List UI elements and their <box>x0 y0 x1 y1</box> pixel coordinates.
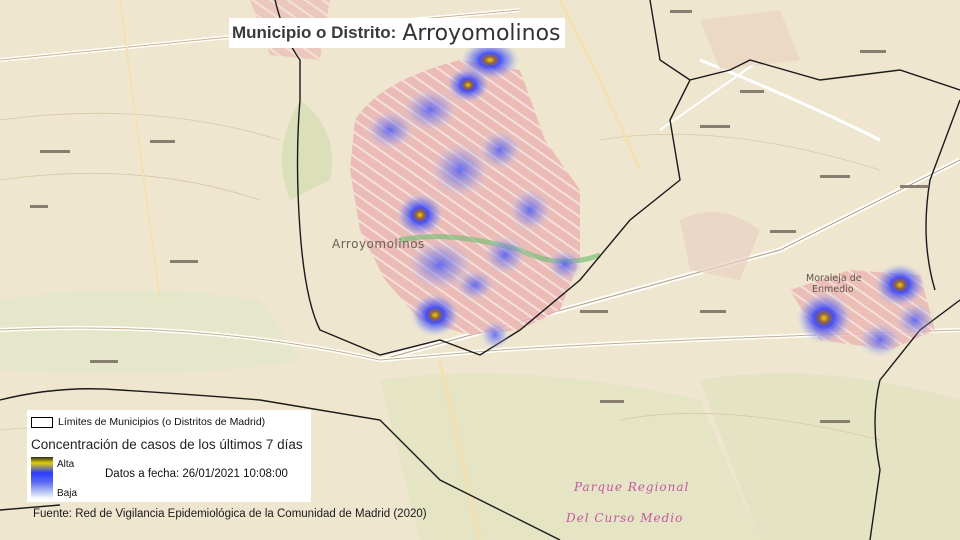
title-prefix: Municipio o Distrito: <box>232 23 397 42</box>
town-label-arroyomolinos: Arroyomolinos <box>332 237 425 251</box>
town-label-moraleja-line1: Moraleja de <box>806 273 862 284</box>
park-label-line1: Parque Regional <box>573 480 689 494</box>
legend-boundary-row: Límites de Municipios (o Distritos de Ma… <box>31 416 265 428</box>
legend-high-label: Alta <box>57 459 75 470</box>
heat-color-ramp <box>31 457 53 499</box>
legend-heat-title: Concentración de casos de los últimos 7 … <box>31 437 303 452</box>
legend-low-label: Baja <box>57 488 78 499</box>
green-area <box>0 290 300 374</box>
municipality-name: Arroyomolinos <box>402 20 561 46</box>
map-title: Municipio o Distrito: Arroyomolinos <box>229 18 565 48</box>
town-label-moraleja-line2: Enmedio <box>812 284 854 295</box>
park-label-line2: Del Curso Medio <box>565 511 683 525</box>
legend-date: Datos a fecha: 26/01/2021 10:08:00 <box>105 468 288 480</box>
legend-boundary-label: Límites de Municipios (o Distritos de Ma… <box>58 416 266 428</box>
map-legend: Límites de Municipios (o Distritos de Ma… <box>27 410 311 502</box>
boundary-swatch-icon <box>31 416 53 428</box>
source-credit: Fuente: Red de Vigilancia Epidemiológica… <box>33 508 427 520</box>
